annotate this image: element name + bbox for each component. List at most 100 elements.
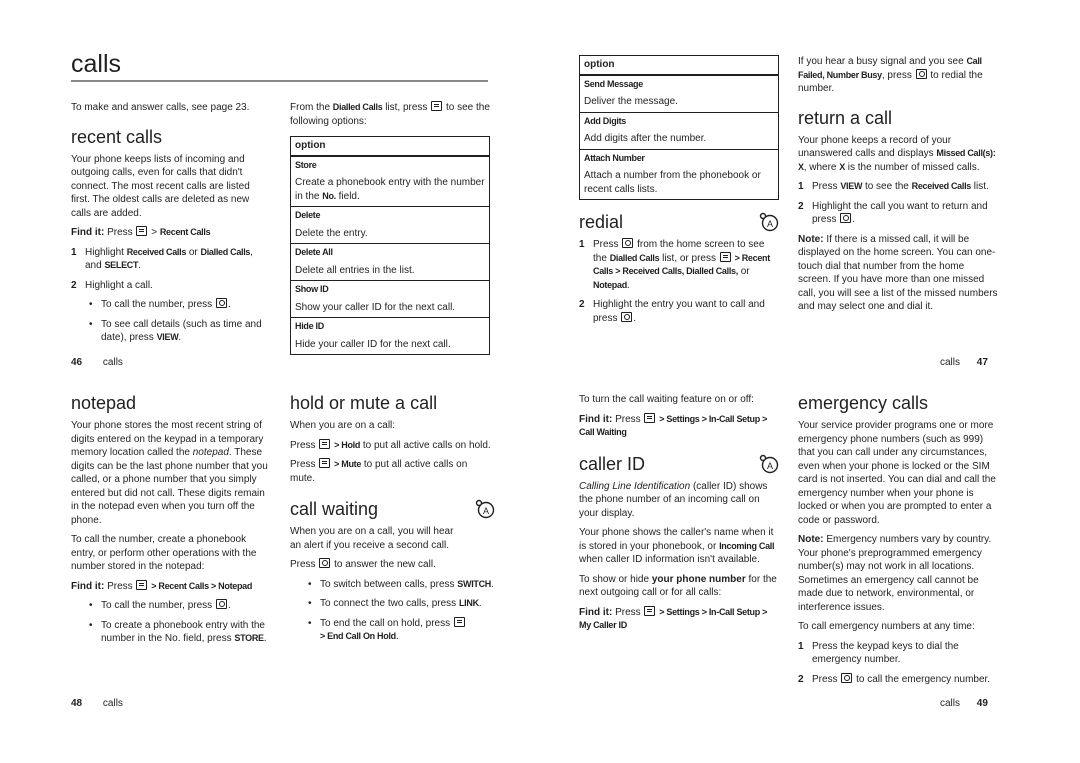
- network-feature-icon: A: [475, 499, 495, 519]
- return-call-body: Your phone keeps a record of your unansw…: [798, 134, 996, 173]
- page-folio-49: calls 49: [940, 698, 988, 709]
- bullet-end-hold: • To end the call on hold, press > End C…: [308, 616, 495, 644]
- mute-instruction: Press > Mute to put all active calls on …: [290, 458, 468, 484]
- send-key-icon: [319, 558, 331, 568]
- emergency-heading: emergency calls: [798, 393, 929, 413]
- option-desc: Delete all entries in the list.: [290, 263, 490, 281]
- step-1: 1 Press VIEW to see the Received Calls l…: [798, 181, 989, 192]
- svg-text:A: A: [483, 506, 489, 516]
- menu-key-icon: [644, 412, 656, 423]
- send-key-icon: [915, 68, 927, 79]
- step-2: 2 Highlight the call you want to return …: [798, 200, 988, 226]
- notepad-body-2: To call the number, create a phonebook e…: [71, 534, 257, 572]
- svg-text:A: A: [767, 219, 773, 229]
- option-name: Attach Number: [579, 148, 779, 169]
- page48-col1: notepad Your phone stores the most recen…: [71, 393, 271, 652]
- page49-col2: emergency calls Your service provider pr…: [798, 393, 998, 692]
- page-folio-48: 48 calls: [71, 698, 123, 709]
- find-it-notepad: Find it: Press > Recent Calls > Notepad: [71, 579, 253, 592]
- call-waiting-intro: When you are on a call, you will hear an…: [290, 526, 454, 551]
- page49-col1: To turn the call waiting feature on or o…: [579, 393, 779, 639]
- dialled-options-table: option Store Create a phonebook entry wi…: [290, 136, 490, 355]
- return-call-heading: return a call: [798, 107, 893, 128]
- redial-heading: redial: [579, 212, 624, 232]
- find-it-call-waiting: Find it: Press > Settings > In-Call Setu…: [579, 412, 768, 437]
- chapter-title: calls: [71, 50, 122, 78]
- option-name: Send Message: [579, 74, 779, 95]
- bullet-link: • To connect the two calls, press LINK.: [308, 598, 482, 609]
- network-feature-icon: A: [759, 212, 779, 232]
- option-desc: Attach a number from the phonebook or re…: [579, 169, 779, 200]
- notepad-heading: notepad: [71, 393, 137, 413]
- bullet-switch: • To switch between calls, press SWITCH.: [308, 578, 494, 590]
- emergency-note: Note: Emergency numbers vary by country.…: [798, 534, 992, 613]
- option-name: Delete: [290, 206, 490, 227]
- menu-key-icon: [136, 579, 148, 590]
- option-name: Add Digits: [579, 111, 779, 132]
- table-header: option: [290, 136, 490, 157]
- recent-calls-body: Your phone keeps lists of incoming and o…: [71, 153, 250, 219]
- recent-calls-heading: recent calls: [71, 126, 163, 147]
- step-2: 2 Press to call the emergency number.: [798, 672, 991, 685]
- answer-instruction: Press to answer the new call.: [290, 558, 436, 570]
- send-key-icon: [621, 311, 633, 322]
- step-1: 1 Press the keypad keys to dial the emer…: [798, 640, 959, 666]
- option-desc: Add digits after the number.: [579, 132, 779, 149]
- menu-key-icon: [136, 226, 148, 236]
- step-1: 1 Press from the home screen to see the …: [579, 238, 770, 291]
- caller-id-body-3: To show or hide your phone number for th…: [579, 573, 777, 599]
- send-key-icon: [215, 298, 227, 308]
- send-key-icon: [840, 213, 852, 223]
- menu-key-icon: [431, 101, 443, 111]
- title-rule: [71, 80, 488, 82]
- caller-id-body-2: Your phone shows the caller's name when …: [579, 527, 775, 565]
- option-name: Store: [290, 155, 490, 176]
- page47-col2: If you hear a busy signal and you see Ca…: [798, 55, 998, 320]
- bullet-call-number: • To call the number, press .: [89, 298, 231, 310]
- send-key-icon: [622, 238, 634, 248]
- menu-key-icon: [719, 251, 731, 262]
- page-folio-46: 46 calls: [71, 357, 123, 368]
- svg-text:A: A: [767, 461, 773, 471]
- option-desc: Deliver the message.: [579, 95, 779, 112]
- page-folio-47: calls 47: [940, 357, 988, 368]
- network-feature-icon: A: [759, 454, 779, 473]
- step-1: 1 Highlight Received Calls or Dialled Ca…: [71, 246, 253, 272]
- page46-col1: To make and answer calls, see page 23. r…: [71, 101, 266, 351]
- table-header: option: [579, 55, 779, 76]
- menu-key-icon: [453, 616, 465, 627]
- caller-id-body: Calling Line Identification (caller ID) …: [579, 480, 768, 519]
- caller-id-heading: caller ID: [579, 453, 646, 474]
- find-it-recent: Find it: Press > Recent Calls: [71, 226, 211, 238]
- bullet-call-number: • To call the number, press .: [89, 599, 231, 611]
- bullet-store-entry: • To create a phonebook entry with the n…: [89, 619, 267, 645]
- page46-col2: From the Dialled Calls list, press to se…: [290, 101, 490, 355]
- missed-call-note: Note: If there is a missed call, it will…: [798, 233, 998, 313]
- menu-key-icon: [319, 438, 331, 449]
- option-name: Delete All: [290, 243, 490, 264]
- option-desc: Create a phonebook entry with the number…: [290, 176, 490, 207]
- hold-mute-intro: When you are on a call:: [290, 420, 396, 431]
- busy-signal-text: If you hear a busy signal and you see Ca…: [798, 56, 983, 94]
- option-desc: Delete the entry.: [290, 226, 490, 244]
- hold-instruction: Press > Hold to put all active calls on …: [290, 438, 491, 451]
- send-key-icon: [215, 599, 227, 609]
- intro-text: To make and answer calls, see page 23.: [71, 102, 250, 113]
- call-waiting-heading: call waiting: [290, 499, 379, 519]
- cw-toggle-intro: To turn the call waiting feature on or o…: [579, 394, 754, 405]
- find-it-caller-id: Find it: Press > Settings > In-Call Setu…: [579, 605, 768, 630]
- page47-col1: option Send Message Deliver the message.…: [579, 55, 779, 331]
- menu-key-icon: [644, 605, 656, 616]
- option-name: Show ID: [290, 280, 490, 301]
- notepad-body: Your phone stores the most recent string…: [71, 420, 268, 526]
- emergency-body: Your service provider programs one or mo…: [798, 420, 996, 526]
- option-desc: Hide your caller ID for the next call.: [290, 337, 490, 355]
- emergency-intro-2: To call emergency numbers at any time:: [798, 621, 975, 632]
- page48-col2: hold or mute a call When you are on a ca…: [290, 393, 495, 650]
- bullet-call-details: • To see call details (such as time and …: [89, 318, 262, 344]
- send-key-icon: [841, 672, 853, 683]
- step-2: 2 Highlight a call.: [71, 279, 153, 291]
- dialled-options-intro: From the Dialled Calls list, press to se…: [290, 101, 490, 127]
- menu-key-icon: [319, 458, 331, 468]
- option-name: Hide ID: [290, 317, 490, 338]
